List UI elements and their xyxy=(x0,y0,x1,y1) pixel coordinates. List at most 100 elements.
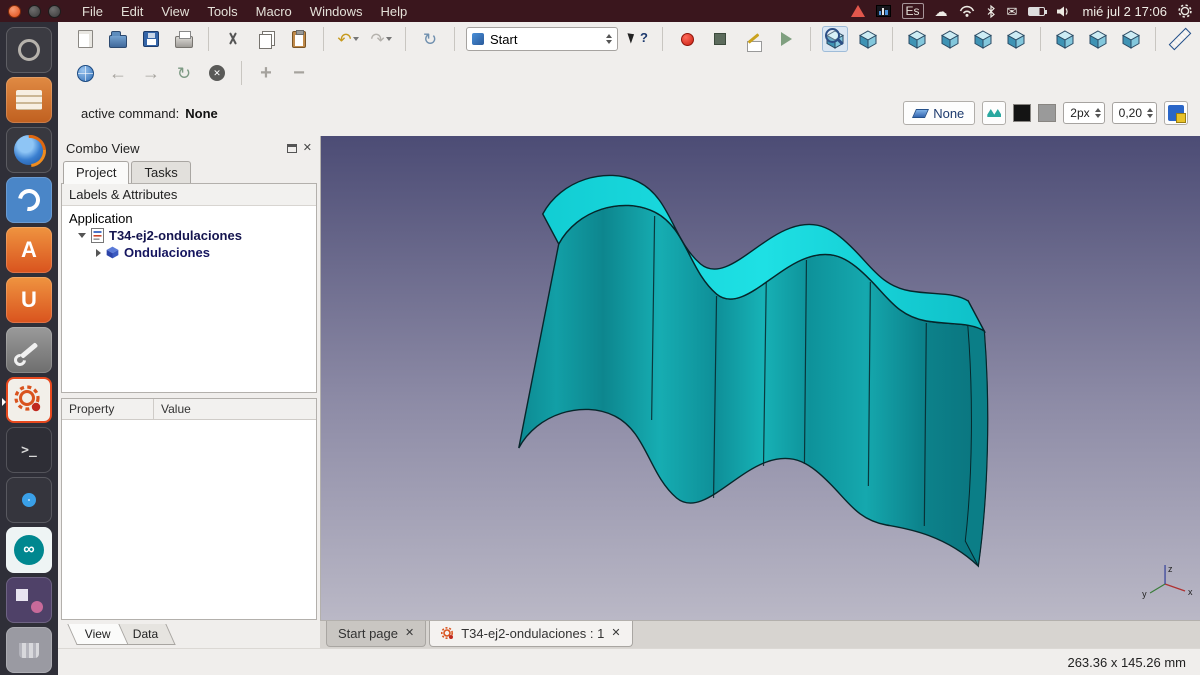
zoom-out-button[interactable]: − xyxy=(286,60,312,86)
measure-button[interactable] xyxy=(1167,26,1193,52)
view-bottom-button[interactable] xyxy=(1052,26,1078,52)
menu-file[interactable]: File xyxy=(73,2,112,21)
menu-tools[interactable]: Tools xyxy=(198,2,246,21)
menu-help[interactable]: Help xyxy=(372,2,417,21)
close-tab-icon[interactable]: ✕ xyxy=(405,628,414,639)
text-scale-spin-arrows[interactable] xyxy=(1147,108,1153,118)
battery-icon[interactable] xyxy=(1028,7,1045,16)
whats-this-button[interactable]: ? xyxy=(625,26,651,52)
property-table-body[interactable] xyxy=(62,420,316,619)
save-button[interactable] xyxy=(138,26,164,52)
window-minimize-button[interactable] xyxy=(28,5,41,18)
launcher-item-arduino[interactable]: ∞ xyxy=(6,527,52,573)
launcher-item-system-settings[interactable] xyxy=(6,327,52,373)
expander-down-icon[interactable] xyxy=(78,233,86,238)
working-plane-button[interactable]: None xyxy=(903,101,975,125)
page-refresh-button[interactable]: ↻ xyxy=(171,60,197,86)
view-fit-all-button[interactable] xyxy=(822,26,848,52)
launcher-item-terminal[interactable]: >_ xyxy=(6,427,52,473)
menu-view[interactable]: View xyxy=(152,2,198,21)
line-color-swatch[interactable] xyxy=(1013,104,1031,122)
tab-project[interactable]: Project xyxy=(63,161,129,184)
nav-back-button[interactable]: ← xyxy=(105,60,131,86)
tree-object-row[interactable]: Ondulaciones xyxy=(66,244,312,261)
macro-play-button[interactable] xyxy=(773,26,799,52)
web-home-button[interactable] xyxy=(72,60,98,86)
minus-icon: − xyxy=(293,63,305,83)
view-left-button[interactable] xyxy=(1085,26,1111,52)
view-top-button[interactable] xyxy=(937,26,963,52)
bluetooth-icon[interactable] xyxy=(986,4,996,19)
start-page-tab-label: Start page xyxy=(338,626,398,641)
page-stop-button[interactable]: ✕ xyxy=(204,60,230,86)
line-width-spin-arrows[interactable] xyxy=(1095,108,1101,118)
window-close-button[interactable] xyxy=(8,5,21,18)
axis-x-label: x xyxy=(1188,587,1193,597)
launcher-item-freecad[interactable] xyxy=(6,377,52,423)
open-button[interactable] xyxy=(105,26,131,52)
zoom-in-button[interactable]: + xyxy=(253,60,279,86)
session-gear-icon[interactable] xyxy=(1178,4,1192,18)
view-dimetric-button[interactable] xyxy=(1118,26,1144,52)
tree-document-row[interactable]: T34-ej2-ondulaciones xyxy=(66,227,312,244)
autogroup-button[interactable] xyxy=(1164,101,1188,125)
face-color-swatch[interactable] xyxy=(1038,104,1056,122)
view-rear-button[interactable] xyxy=(1003,26,1029,52)
dock-float-icon[interactable] xyxy=(287,144,297,153)
menu-edit[interactable]: Edit xyxy=(112,2,152,21)
construction-mode-button[interactable] xyxy=(982,101,1006,125)
macro-record-button[interactable] xyxy=(674,26,700,52)
warning-indicator-icon[interactable] xyxy=(851,5,865,17)
workbench-selector[interactable]: Start xyxy=(466,27,618,51)
view-right-button[interactable] xyxy=(970,26,996,52)
undo-dropdown-icon[interactable] xyxy=(353,37,359,41)
menu-macro[interactable]: Macro xyxy=(247,2,301,21)
view-front-button[interactable] xyxy=(904,26,930,52)
new-document-button[interactable] xyxy=(72,26,98,52)
copy-button[interactable] xyxy=(253,26,279,52)
launcher-item-blue-c-app[interactable] xyxy=(6,477,52,523)
launcher-item-software-center[interactable]: A xyxy=(6,227,52,273)
macro-stop-button[interactable] xyxy=(707,26,733,52)
dock-close-icon[interactable]: ✕ xyxy=(303,143,312,154)
text-scale-spinbox[interactable]: 0,20 xyxy=(1112,102,1157,124)
wifi-icon[interactable] xyxy=(959,5,975,17)
tab-view-properties[interactable]: View xyxy=(67,624,128,645)
paste-button[interactable] xyxy=(286,26,312,52)
menu-windows[interactable]: Windows xyxy=(301,2,372,21)
undo-button[interactable]: ↶ xyxy=(335,26,361,52)
cloud-sync-icon[interactable]: ☁ xyxy=(935,5,948,18)
keyboard-layout-indicator[interactable]: Es xyxy=(902,3,924,19)
launcher-item-files[interactable] xyxy=(6,77,52,123)
property-column-header[interactable]: Property xyxy=(62,399,154,419)
tab-start-page[interactable]: Start page ✕ xyxy=(326,621,426,647)
launcher-item-firefox[interactable] xyxy=(6,127,52,173)
tab-tasks[interactable]: Tasks xyxy=(131,161,190,184)
line-width-spinbox[interactable]: 2px xyxy=(1063,102,1104,124)
clock[interactable]: mié jul 2 17:06 xyxy=(1082,4,1167,19)
print-button[interactable] xyxy=(171,26,197,52)
refresh-button[interactable]: ↻ xyxy=(417,26,443,52)
cut-button[interactable] xyxy=(220,26,246,52)
launcher-item-dash[interactable] xyxy=(6,27,52,73)
mail-icon[interactable]: ✉ xyxy=(1007,5,1018,18)
view-axonometric-button[interactable] xyxy=(855,26,881,52)
window-maximize-button[interactable] xyxy=(48,5,61,18)
workbench-spin-arrows[interactable] xyxy=(606,34,612,44)
launcher-item-blue-app[interactable] xyxy=(6,177,52,223)
sound-icon[interactable] xyxy=(1056,5,1071,18)
system-monitor-icon[interactable] xyxy=(876,5,891,17)
tree-root-application[interactable]: Application xyxy=(66,210,312,227)
expander-right-icon[interactable] xyxy=(96,249,101,257)
3d-viewport[interactable]: x y z xyxy=(320,136,1200,620)
redo-button[interactable]: ↷ xyxy=(368,26,394,52)
launcher-item-media-app[interactable] xyxy=(6,577,52,623)
close-tab-icon[interactable]: ✕ xyxy=(611,628,620,639)
redo-dropdown-icon[interactable] xyxy=(386,37,392,41)
tab-model-document[interactable]: T34-ej2-ondulaciones : 1 ✕ xyxy=(429,621,632,647)
value-column-header[interactable]: Value xyxy=(154,399,316,419)
launcher-item-trash[interactable] xyxy=(6,627,52,673)
macro-edit-button[interactable] xyxy=(740,26,766,52)
nav-forward-button[interactable]: → xyxy=(138,60,164,86)
launcher-item-ubuntu-one[interactable]: U xyxy=(6,277,52,323)
